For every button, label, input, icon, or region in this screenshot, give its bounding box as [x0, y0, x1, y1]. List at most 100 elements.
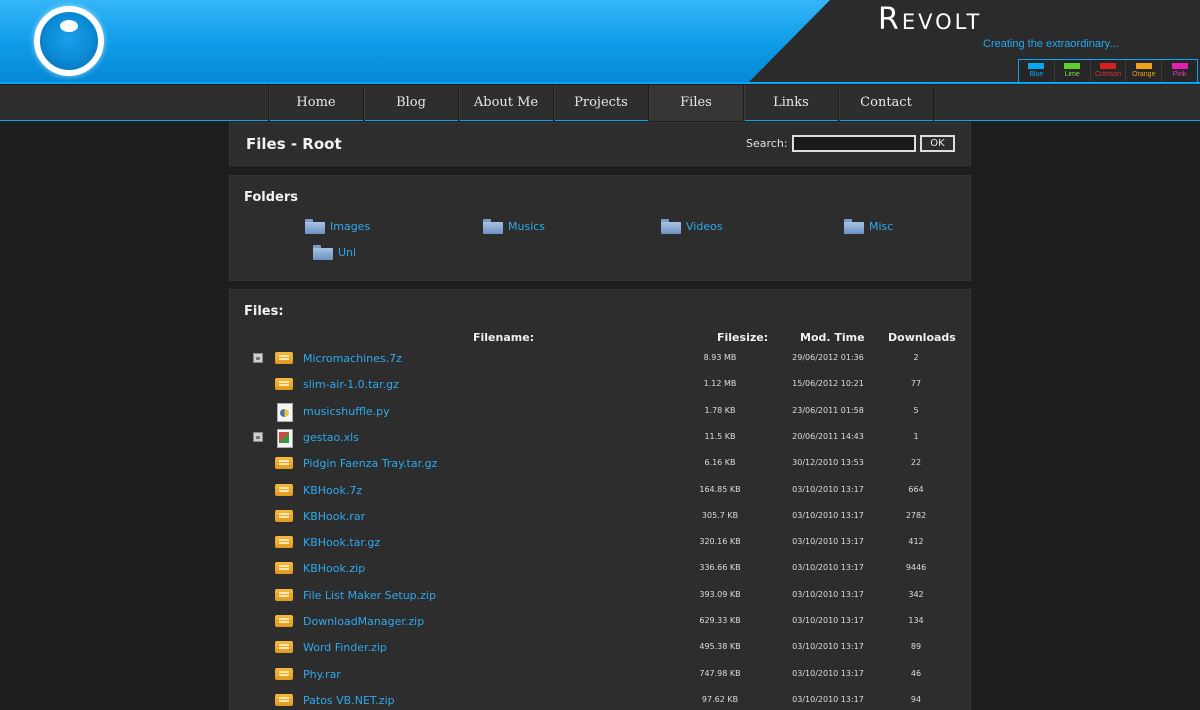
file-name-link[interactable]: DownloadManager.zip: [303, 615, 424, 628]
folder-videos[interactable]: Videos: [661, 219, 723, 234]
files-heading: Files:: [244, 304, 284, 319]
file-name-link[interactable]: KBHook.zip: [303, 562, 365, 575]
nav-item-files[interactable]: Files: [649, 85, 744, 121]
file-downloads: 2782: [905, 510, 927, 520]
folder-images[interactable]: Images: [305, 219, 370, 234]
file-downloads: 5: [913, 405, 919, 415]
file-name-link[interactable]: File List Maker Setup.zip: [303, 589, 436, 602]
folder-name[interactable]: Uni: [338, 246, 356, 259]
file-row: KBHook.zip 336.66 KB 03/10/2010 13:17 9446: [230, 556, 970, 582]
file-row: File List Maker Setup.zip 393.09 KB 03/10/…: [230, 583, 970, 609]
theme-option-orange[interactable]: Orange: [1126, 60, 1163, 82]
file-mod-time: 03/10/2010 13:17: [792, 563, 864, 573]
file-name-link[interactable]: Phy.rar: [303, 668, 341, 681]
archive-file-icon: [275, 376, 293, 392]
search-label: Search:: [746, 137, 788, 150]
nav-items: Home Blog About Me Projects Files Links Contac…: [268, 85, 934, 121]
theme-label: Crimson: [1094, 71, 1122, 78]
column-header-filename[interactable]: Filename:: [473, 331, 534, 344]
file-name-link[interactable]: slim-air-1.0.tar.gz: [303, 378, 399, 391]
nav-item-home[interactable]: Home: [269, 85, 364, 121]
theme-swatch: [1064, 63, 1081, 69]
file-size: 6.16 KB: [704, 458, 736, 468]
xls-file-icon: [275, 428, 293, 448]
file-size: 97.62 KB: [701, 694, 739, 704]
file-downloads: 342: [908, 589, 924, 599]
file-row: Phy.rar 747.98 KB 03/10/2010 13:17 46: [230, 662, 970, 688]
file-mod-time: 29/06/2012 01:36: [792, 353, 864, 362]
py-file-icon: [275, 402, 293, 422]
folders-panel: Folders Images Musics Videos Misc Uni: [229, 175, 971, 281]
theme-option-lime[interactable]: Lime: [1055, 60, 1091, 82]
file-name-link[interactable]: musicshuffle.py: [303, 405, 390, 418]
nav-item-blog[interactable]: Blog: [364, 85, 459, 121]
file-downloads: 22: [910, 458, 922, 468]
nav-item-about-me[interactable]: About Me: [459, 85, 554, 121]
theme-option-crimson[interactable]: Crimson: [1091, 60, 1127, 82]
theme-option-pink[interactable]: Pink: [1162, 60, 1197, 82]
theme-option-blue[interactable]: Blue: [1019, 60, 1055, 82]
search-input[interactable]: [792, 135, 916, 152]
file-downloads: 77: [910, 379, 922, 389]
nav-item-contact[interactable]: Contact: [839, 85, 934, 121]
file-size: 629.33 KB: [699, 616, 741, 625]
file-name-link[interactable]: KBHook.7z: [303, 484, 362, 497]
file-mod-time: 03/10/2010 13:17: [792, 537, 864, 547]
site-title[interactable]: Revolt: [878, 2, 982, 37]
file-downloads: 89: [910, 642, 922, 652]
archive-file-icon: [275, 534, 293, 550]
lock-icon[interactable]: [253, 353, 263, 363]
folder-misc[interactable]: Misc: [844, 219, 893, 234]
nav-item-links[interactable]: Links: [744, 85, 839, 121]
file-mod-time: 03/10/2010 13:17: [792, 510, 864, 520]
column-header-filesize[interactable]: Filesize:: [717, 331, 768, 344]
file-mod-time: 03/10/2010 13:17: [792, 589, 864, 599]
file-downloads: 2: [913, 353, 919, 362]
archive-file-icon: [275, 692, 293, 708]
folder-icon: [305, 219, 325, 234]
search-ok-button[interactable]: OK: [920, 135, 955, 152]
file-name-link[interactable]: Patos VB.NET.zip: [303, 694, 395, 707]
file-mod-time: 03/10/2010 13:17: [792, 668, 864, 678]
folder-uni[interactable]: Uni: [313, 245, 356, 260]
archive-file-icon: [275, 482, 293, 498]
theme-swatch: [1135, 63, 1152, 69]
column-header-modtime[interactable]: Mod. Time: [800, 331, 865, 344]
site-logo[interactable]: [34, 6, 104, 76]
theme-switcher: Blue Lime Crimson Orange Pink: [1018, 59, 1198, 83]
nav-item-projects[interactable]: Projects: [554, 85, 649, 121]
file-mod-time: 20/06/2011 14:43: [792, 431, 864, 441]
column-header-downloads[interactable]: Downloads: [888, 331, 956, 344]
theme-label: Lime: [1064, 71, 1080, 78]
files-panel: Files: Filename: Filesize: Mod. Time Dow…: [229, 289, 971, 710]
file-row: musicshuffle.py 1.78 KB 23/06/2011 01:58 5: [230, 399, 970, 425]
file-size: 336.66 KB: [699, 563, 741, 573]
folder-icon: [483, 219, 503, 234]
site-tagline: Creating the extraordinary...: [983, 38, 1119, 50]
file-mod-time: 03/10/2010 13:17: [792, 694, 864, 704]
file-downloads: 46: [910, 668, 922, 678]
file-downloads: 94: [910, 694, 922, 704]
folder-name[interactable]: Videos: [686, 220, 723, 233]
header-stripe: [0, 82, 1200, 84]
file-name-link[interactable]: gestao.xls: [303, 431, 359, 444]
site-header: Revolt Creating the extraordinary... Blu…: [0, 0, 1200, 84]
file-name-link[interactable]: KBHook.tar.gz: [303, 536, 380, 549]
lock-icon[interactable]: [253, 431, 263, 442]
file-size: 320.16 KB: [699, 537, 741, 547]
file-size: 1.78 KB: [704, 405, 736, 415]
file-row: Patos VB.NET.zip 97.62 KB 03/10/2010 13:17…: [230, 688, 970, 710]
folder-name[interactable]: Musics: [508, 220, 545, 233]
file-downloads: 134: [908, 616, 924, 625]
file-name-link[interactable]: Micromachines.7z: [303, 352, 402, 365]
folder-name[interactable]: Images: [330, 220, 370, 233]
file-name-link[interactable]: Word Finder.zip: [303, 641, 387, 654]
file-size: 747.98 KB: [699, 668, 741, 678]
folder-name[interactable]: Misc: [869, 220, 893, 233]
folder-musics[interactable]: Musics: [483, 219, 545, 234]
file-downloads: 1: [913, 431, 919, 441]
file-name-link[interactable]: KBHook.rar: [303, 510, 365, 523]
file-name-link[interactable]: Pidgin Faenza Tray.tar.gz: [303, 457, 437, 470]
page-title: Files - Root: [246, 135, 342, 153]
file-size: 164.85 KB: [699, 484, 741, 494]
